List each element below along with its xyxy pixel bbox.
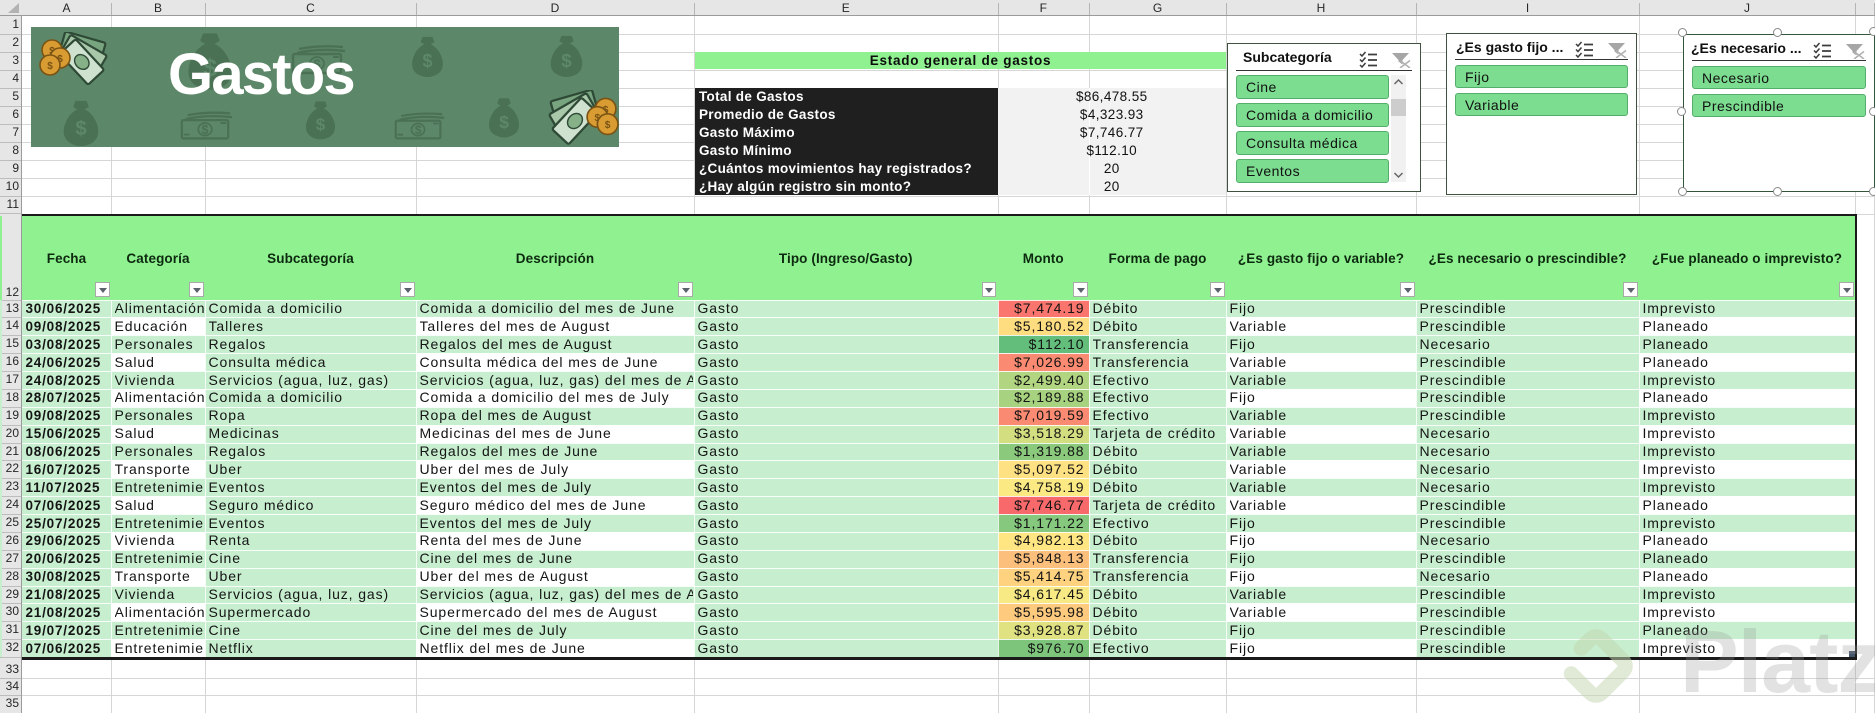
svg-text:$: $: [561, 50, 572, 71]
svg-text:$: $: [202, 123, 209, 137]
svg-text:$: $: [415, 123, 422, 137]
svg-text:$: $: [316, 115, 326, 134]
svg-text:$: $: [499, 112, 509, 132]
svg-text:$: $: [605, 120, 611, 131]
svg-text:Platzi: Platzi: [1680, 612, 1875, 711]
svg-text:$: $: [47, 61, 53, 72]
svg-text:$: $: [75, 118, 86, 140]
